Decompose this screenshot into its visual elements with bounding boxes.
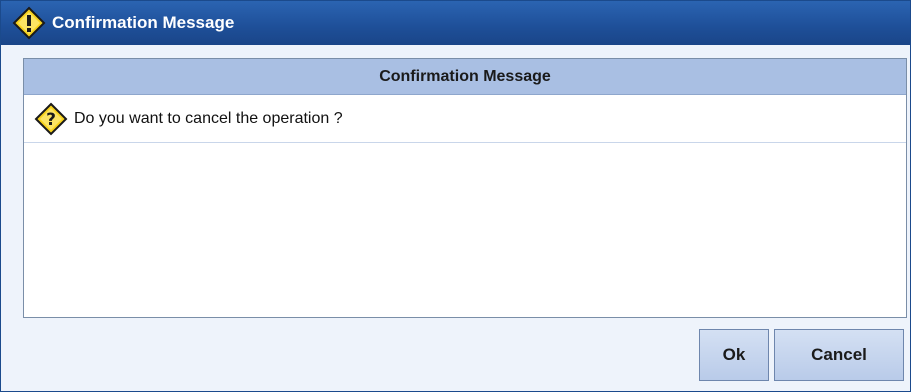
panel-header: Confirmation Message xyxy=(24,59,906,95)
cancel-button[interactable]: Cancel xyxy=(774,329,904,381)
ok-button[interactable]: Ok xyxy=(699,329,769,381)
warning-icon xyxy=(9,3,49,43)
message-panel: Confirmation Message ? Do you want to ca… xyxy=(23,58,907,318)
message-row: ? Do you want to cancel the operation ? xyxy=(24,95,906,143)
window-title: Confirmation Message xyxy=(52,13,235,32)
question-icon: ? xyxy=(32,100,70,138)
svg-text:?: ? xyxy=(46,110,56,130)
confirmation-dialog: Confirmation Message Confirmation Messag… xyxy=(0,0,911,392)
title-bar: Confirmation Message xyxy=(1,1,910,45)
message-text: Do you want to cancel the operation ? xyxy=(74,109,343,127)
